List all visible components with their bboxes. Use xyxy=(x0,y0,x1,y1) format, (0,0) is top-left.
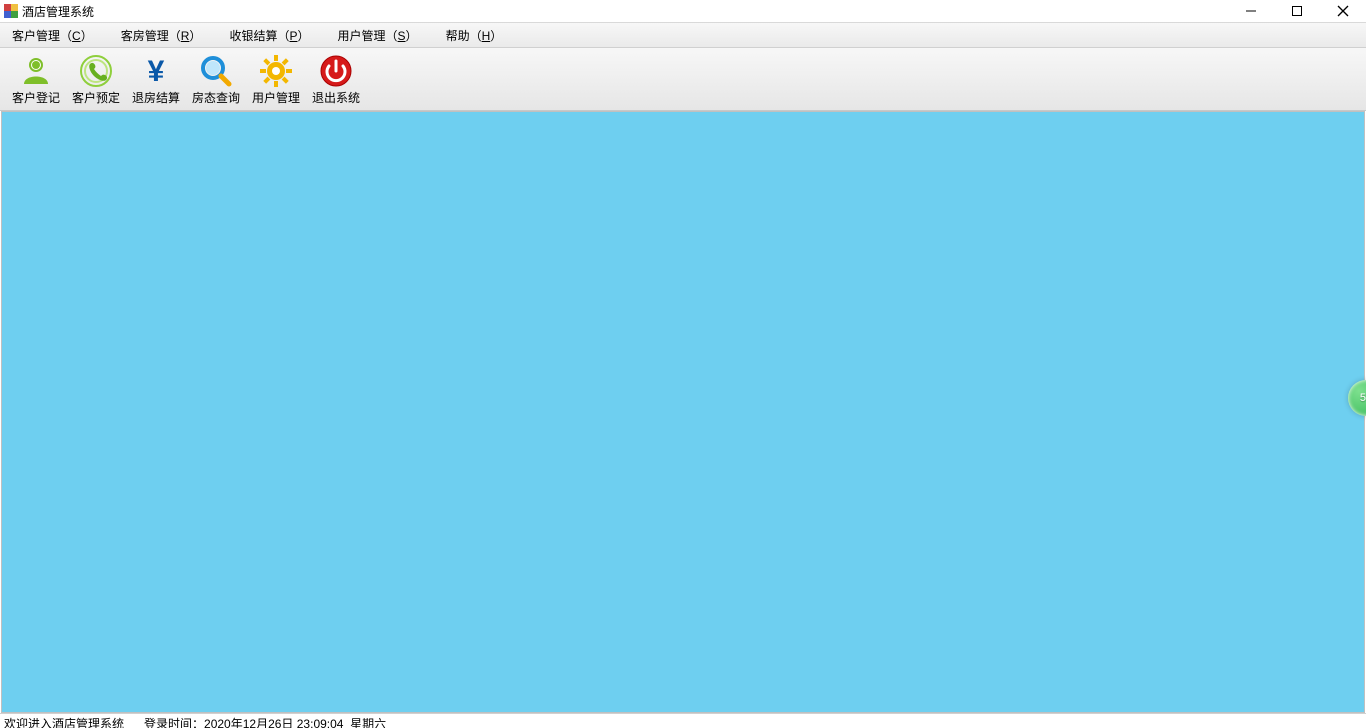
search-icon xyxy=(198,53,234,89)
tool-label: 客户登记 xyxy=(12,91,60,105)
menu-room[interactable]: 客房管理（R） xyxy=(117,25,206,46)
tool-room-status[interactable]: 房态查询 xyxy=(186,50,246,108)
menu-accel: P xyxy=(289,29,297,43)
menu-label: 帮助 xyxy=(446,29,470,43)
menubar: 客户管理（C） 客房管理（R） 收银结算（P） 用户管理（S） 帮助（H） xyxy=(0,22,1366,48)
menu-label: 收银结算 xyxy=(229,29,277,43)
workspace xyxy=(1,111,1365,713)
menu-label: 客户管理 xyxy=(12,29,60,43)
menu-accel: S xyxy=(398,29,406,43)
tool-user-manage[interactable]: 用户管理 xyxy=(246,50,306,108)
svg-text:¥: ¥ xyxy=(148,55,165,88)
status-welcome: 欢迎进入酒店管理系统 xyxy=(4,715,124,728)
menu-help[interactable]: 帮助（H） xyxy=(442,25,507,46)
power-icon xyxy=(318,53,354,89)
maximize-button[interactable] xyxy=(1274,0,1320,22)
yen-icon: ¥ xyxy=(138,53,174,89)
titlebar: 酒店管理系统 xyxy=(0,0,1366,22)
badge-text: 52 xyxy=(1360,392,1366,404)
gear-icon xyxy=(258,53,294,89)
menu-user[interactable]: 用户管理（S） xyxy=(334,25,422,46)
toolbar: 客户登记 客户预定 ¥ 退房结算 房态查询 xyxy=(0,48,1366,111)
menu-label: 用户管理 xyxy=(338,29,386,43)
menu-customer[interactable]: 客户管理（C） xyxy=(8,25,97,46)
tool-customer-register[interactable]: 客户登记 xyxy=(6,50,66,108)
phone-icon xyxy=(78,53,114,89)
tool-label: 用户管理 xyxy=(252,91,300,105)
menu-label: 客房管理 xyxy=(121,29,169,43)
status-login: 登录时间：2020年12月26日 23:09:04 星期六 xyxy=(144,715,386,728)
minimize-button[interactable] xyxy=(1228,0,1274,22)
tool-label: 客户预定 xyxy=(72,91,120,105)
person-icon xyxy=(18,53,54,89)
tool-label: 退出系统 xyxy=(312,91,360,105)
app-icon xyxy=(4,4,18,18)
menu-accel: H xyxy=(482,29,491,43)
menu-checkout[interactable]: 收银结算（P） xyxy=(225,25,313,46)
tool-checkout[interactable]: ¥ 退房结算 xyxy=(126,50,186,108)
window-title: 酒店管理系统 xyxy=(22,3,94,20)
tool-customer-reserve[interactable]: 客户预定 xyxy=(66,50,126,108)
statusbar: 欢迎进入酒店管理系统 登录时间：2020年12月26日 23:09:04 星期六 xyxy=(0,713,1366,728)
window-controls xyxy=(1228,0,1366,22)
tool-exit[interactable]: 退出系统 xyxy=(306,50,366,108)
tool-label: 房态查询 xyxy=(192,91,240,105)
close-button[interactable] xyxy=(1320,0,1366,22)
menu-accel: C xyxy=(72,29,81,43)
tool-label: 退房结算 xyxy=(132,91,180,105)
menu-accel: R xyxy=(181,29,190,43)
